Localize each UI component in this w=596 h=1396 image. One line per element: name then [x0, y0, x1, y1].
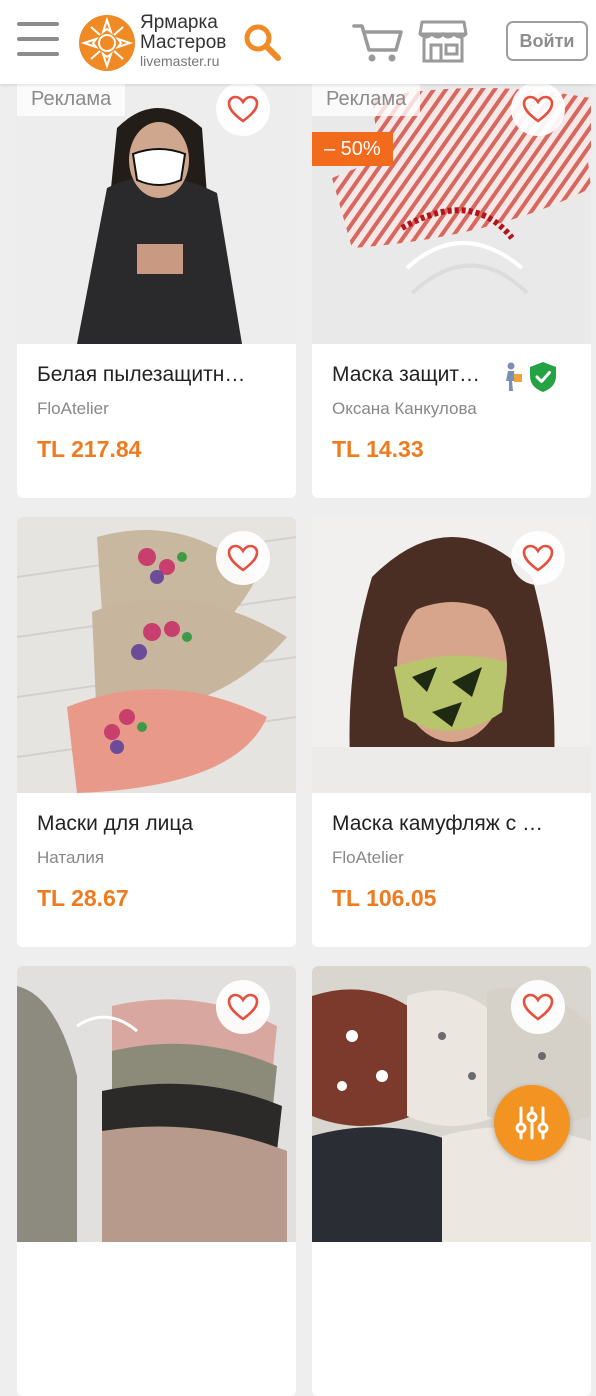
shop-icon[interactable] [418, 18, 468, 64]
heart-icon [522, 544, 554, 572]
seller-name[interactable]: Оксана Канкулова [332, 399, 477, 419]
product-title[interactable]: Маски для лица [37, 812, 282, 836]
heart-icon [522, 95, 554, 123]
seller-name[interactable]: FloAtelier [37, 399, 109, 419]
livemaster-logo[interactable] [78, 14, 136, 72]
product-card[interactable]: Реклама – 50% Маска защит… Оксана Канкул… [312, 68, 591, 498]
product-price: TL 14.33 [332, 436, 424, 462]
shield-check-icon [530, 362, 557, 392]
filter-button[interactable] [494, 1085, 570, 1161]
seller-name[interactable]: Наталия [37, 848, 104, 868]
product-card[interactable] [17, 966, 296, 1396]
product-title[interactable]: Маска защит… [332, 363, 500, 387]
product-card[interactable]: Маски для лица Наталия TL 28.67 [17, 517, 296, 947]
heart-icon [522, 993, 554, 1021]
ad-badge: Реклама [17, 82, 126, 116]
logo-url: livemaster.ru [140, 53, 220, 69]
product-title[interactable]: Маска камуфляж с … [332, 812, 577, 836]
heart-icon [227, 95, 259, 123]
seller-name[interactable]: FloAtelier [332, 848, 404, 868]
favorite-button[interactable] [511, 82, 565, 136]
product-price: TL 106.05 [332, 885, 437, 911]
product-card[interactable] [312, 966, 591, 1396]
favorite-button[interactable] [216, 82, 270, 136]
heart-icon [227, 544, 259, 572]
favorite-button[interactable] [511, 980, 565, 1034]
product-card[interactable]: Маска камуфляж с … FloAtelier TL 106.05 [312, 517, 591, 947]
hamburger-icon[interactable] [17, 22, 59, 60]
ad-badge: Реклама [312, 82, 421, 116]
filter-icon [515, 1106, 549, 1140]
favorite-button[interactable] [216, 531, 270, 585]
heart-icon [227, 993, 259, 1021]
delivery-icon [506, 362, 522, 391]
login-button[interactable]: Войти [506, 21, 588, 61]
seller-badges [499, 361, 557, 393]
favorite-button[interactable] [216, 980, 270, 1034]
product-title[interactable]: Белая пылезащитн… [37, 363, 282, 387]
logo-line2: Мастеров [140, 32, 227, 53]
logo-text[interactable]: Ярмарка Мастеров livemaster.ru [140, 13, 226, 70]
top-header: Ярмарка Мастеров livemaster.ru Войти [0, 0, 596, 84]
search-icon[interactable] [242, 22, 284, 64]
product-card[interactable]: Реклама Белая пылезащитн… FloAtelier TL … [17, 68, 296, 498]
logo-line1: Ярмарка [140, 12, 218, 33]
favorite-button[interactable] [511, 531, 565, 585]
product-price: TL 28.67 [37, 885, 129, 911]
cart-icon[interactable] [352, 20, 404, 64]
product-price: TL 217.84 [37, 436, 142, 462]
discount-badge: – 50% [312, 132, 393, 166]
